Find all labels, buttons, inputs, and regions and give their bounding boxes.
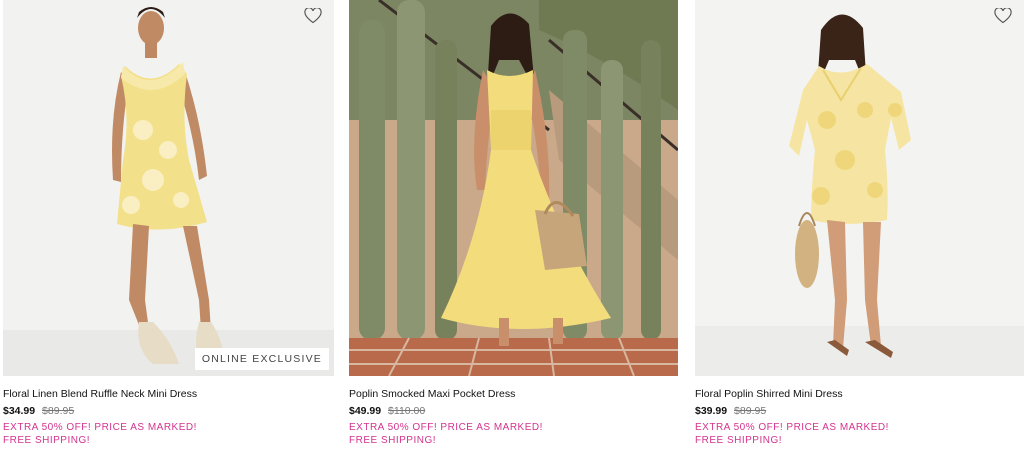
product-image[interactable] (695, 0, 1024, 376)
product-name[interactable]: Poplin Smocked Maxi Pocket Dress (349, 388, 678, 402)
sale-price: $49.99 (349, 405, 382, 417)
product-card[interactable]: Poplin Smocked Maxi Pocket Dress $49.99 … (349, 0, 678, 447)
original-price: $89.95 (734, 405, 767, 417)
promo-text: EXTRA 50% OFF! PRICE AS MARKED! (695, 422, 889, 433)
product-image[interactable]: ONLINE EXCLUSIVE (3, 0, 334, 376)
shipping-text: FREE SHIPPING! (695, 435, 783, 446)
product-name[interactable]: Floral Poplin Shirred Mini Dress (695, 388, 1024, 402)
sale-price: $34.99 (3, 405, 36, 417)
promo-text: EXTRA 50% OFF! PRICE AS MARKED! (3, 422, 197, 433)
shipping-text: FREE SHIPPING! (3, 435, 91, 446)
product-prices: $49.99 $110.00 (349, 405, 678, 419)
promo-text: EXTRA 50% OFF! PRICE AS MARKED! (349, 422, 543, 433)
product-card[interactable]: ONLINE EXCLUSIVE Floral Linen Blend Ruff… (3, 0, 334, 447)
product-prices: $39.99 $89.95 (695, 405, 1024, 419)
product-card[interactable]: Floral Poplin Shirred Mini Dress $39.99 … (695, 0, 1024, 447)
sale-price: $39.99 (695, 405, 728, 417)
shipping-text: FREE SHIPPING! (349, 435, 437, 446)
favorite-heart-icon[interactable] (994, 8, 1012, 24)
original-price: $89.95 (42, 405, 75, 417)
online-exclusive-badge: ONLINE EXCLUSIVE (194, 348, 329, 370)
product-name[interactable]: Floral Linen Blend Ruffle Neck Mini Dres… (3, 388, 334, 402)
favorite-heart-icon[interactable] (304, 8, 322, 24)
original-price: $110.00 (388, 405, 426, 417)
product-prices: $34.99 $89.95 (3, 405, 334, 419)
product-image[interactable] (349, 0, 678, 376)
